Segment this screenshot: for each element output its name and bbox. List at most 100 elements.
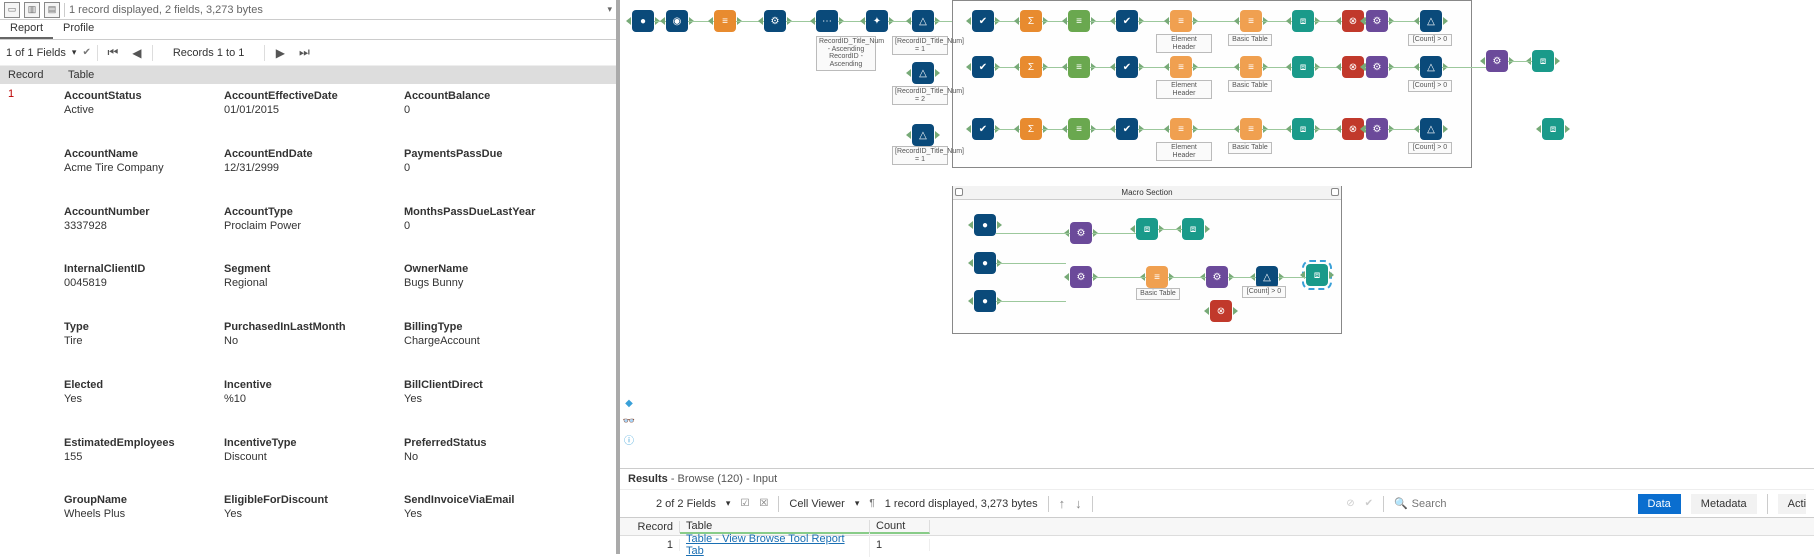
workflow-tool[interactable]: ⧈ (1306, 264, 1328, 286)
field-AccountEndDate: AccountEndDate12/31/2999 (220, 146, 400, 204)
workflow-tool[interactable]: △ (1256, 266, 1278, 288)
checkbox-icon[interactable]: ☑ (740, 498, 749, 509)
workflow-tool[interactable]: ⧈ (1292, 118, 1314, 140)
workflow-tool[interactable]: Σ (1020, 118, 1042, 140)
workflow-tool[interactable]: ⚙ (1366, 56, 1388, 78)
field-value: 0 (404, 162, 576, 174)
workflow-tool[interactable]: ● (974, 290, 996, 312)
field-EligibleForDiscount: EligibleForDiscountYes (220, 492, 400, 550)
workflow-tool[interactable]: ⚙ (1070, 266, 1092, 288)
rt-cell-table[interactable]: Table - View Browse Tool Report Tab (680, 533, 870, 557)
side-icon-3[interactable]: ⓘ (622, 432, 636, 446)
workflow-tool[interactable]: ✔ (972, 118, 994, 140)
workflow-tool[interactable]: ≡ (1068, 118, 1090, 140)
results-row[interactable]: 1 Table - View Browse Tool Report Tab 1 (620, 536, 1814, 554)
workflow-tool[interactable]: ⋯ (816, 10, 838, 32)
workflow-tool[interactable]: ⊗ (1210, 300, 1232, 322)
workflow-tool[interactable]: ● (974, 252, 996, 274)
tool-annotation: [RecordID_Title_Num] = 2 (892, 86, 948, 105)
workflow-tool[interactable]: ≡ (1146, 266, 1168, 288)
side-icon-1[interactable]: ◆ (622, 396, 636, 410)
tool-annotation: Basic Table (1228, 80, 1272, 92)
workflow-tool[interactable]: ⚙ (764, 10, 786, 32)
cell-viewer-label[interactable]: Cell Viewer (789, 498, 844, 510)
workflow-tool[interactable]: ≡ (1240, 56, 1262, 78)
view-mode-1[interactable]: ▭ (4, 2, 20, 18)
workflow-tool[interactable]: ⧈ (1292, 10, 1314, 32)
paragraph-icon[interactable]: ¶ (869, 498, 874, 509)
workflow-tool[interactable]: ≡ (1170, 56, 1192, 78)
workflow-tool[interactable]: ≡ (1240, 10, 1262, 32)
container-pin-left[interactable] (955, 188, 963, 196)
results-tab-actions[interactable]: Acti (1778, 494, 1806, 514)
cancel-icon[interactable]: ⊘ (1346, 498, 1354, 509)
nav-first[interactable]: ⏮ (104, 44, 122, 62)
clear-icon[interactable]: ☒ (759, 498, 768, 509)
workflow-tool[interactable]: ⧈ (1532, 50, 1554, 72)
tab-profile[interactable]: Profile (53, 20, 104, 39)
nav-prev[interactable]: ◀ (128, 44, 146, 62)
workflow-tool[interactable]: ✔ (1116, 118, 1138, 140)
workflow-tool[interactable]: ⚙ (1366, 10, 1388, 32)
results-tab-metadata[interactable]: Metadata (1691, 494, 1757, 514)
view-mode-2[interactable]: ▥ (24, 2, 40, 18)
workflow-tool[interactable]: ⚙ (1366, 118, 1388, 140)
rt-col-table[interactable]: Table (680, 520, 870, 534)
search-input[interactable] (1412, 498, 1532, 510)
field-value: %10 (224, 393, 396, 405)
sort-down-icon[interactable]: ↓ (1075, 496, 1082, 511)
workflow-tool[interactable]: △ (912, 10, 934, 32)
workflow-tool[interactable]: Σ (1020, 10, 1042, 32)
workflow-tool[interactable]: △ (912, 124, 934, 146)
connection-wire (1442, 67, 1486, 68)
connection-wire (1192, 129, 1240, 130)
workflow-tool[interactable]: ● (632, 10, 654, 32)
workflow-tool[interactable]: ⧈ (1542, 118, 1564, 140)
workflow-canvas[interactable]: Macro Section●◉≡⚙⋯✦△✔Σ≡✔≡≡⧈⊗⚙△Element He… (620, 0, 1814, 468)
workflow-tool[interactable]: ✔ (972, 10, 994, 32)
workflow-tool[interactable]: △ (912, 62, 934, 84)
workflow-tool[interactable]: ≡ (1240, 118, 1262, 140)
workflow-tool[interactable]: ≡ (714, 10, 736, 32)
workflow-tool[interactable]: ✦ (866, 10, 888, 32)
workflow-tool[interactable]: ≡ (1068, 56, 1090, 78)
workflow-tool[interactable]: ✔ (972, 56, 994, 78)
results-tab-data[interactable]: Data (1638, 494, 1681, 514)
workflow-tool[interactable]: Σ (1020, 56, 1042, 78)
workflow-tool[interactable]: ✔ (1116, 10, 1138, 32)
workflow-tool[interactable]: ≡ (1170, 118, 1192, 140)
check-icon[interactable]: ✔ (82, 47, 90, 58)
nav-last[interactable]: ⏭ (295, 44, 313, 62)
results-fields-dropdown[interactable]: ▾ (726, 498, 731, 509)
side-icon-2[interactable]: 👓 (622, 414, 636, 428)
workflow-tool[interactable]: ⧈ (1182, 218, 1204, 240)
field-value: 3337928 (64, 220, 216, 232)
view-mode-3[interactable]: ▤ (44, 2, 60, 18)
col-record: Record (0, 69, 60, 81)
workflow-tool[interactable]: △ (1420, 118, 1442, 140)
nav-next[interactable]: ▶ (271, 44, 289, 62)
workflow-tool[interactable]: ⧈ (1136, 218, 1158, 240)
rt-col-count[interactable]: Count (870, 520, 930, 534)
workflow-tool[interactable]: ✔ (1116, 56, 1138, 78)
rt-col-record[interactable]: Record (620, 521, 680, 533)
tool-container[interactable]: Macro Section (952, 186, 1342, 334)
workflow-tool[interactable]: △ (1420, 10, 1442, 32)
workflow-tool[interactable]: ● (974, 214, 996, 236)
workflow-tool[interactable]: ≡ (1068, 10, 1090, 32)
workflow-tool[interactable]: ≡ (1170, 10, 1192, 32)
container-pin-right[interactable] (1331, 188, 1339, 196)
sort-up-icon[interactable]: ↑ (1059, 496, 1066, 511)
fields-dropdown-icon[interactable]: ▾ (72, 47, 77, 58)
tab-report[interactable]: Report (0, 20, 53, 39)
workflow-tool[interactable]: ⚙ (1486, 50, 1508, 72)
field-label: Elected (64, 379, 216, 391)
workflow-tool[interactable]: ⧈ (1292, 56, 1314, 78)
panel-menu-icon[interactable]: ▾ (607, 4, 612, 15)
apply-icon[interactable]: ✔ (1365, 498, 1373, 509)
cell-viewer-dropdown[interactable]: ▾ (855, 498, 860, 509)
workflow-tool[interactable]: △ (1420, 56, 1442, 78)
workflow-tool[interactable]: ⚙ (1070, 222, 1092, 244)
workflow-tool[interactable]: ⚙ (1206, 266, 1228, 288)
workflow-tool[interactable]: ◉ (666, 10, 688, 32)
